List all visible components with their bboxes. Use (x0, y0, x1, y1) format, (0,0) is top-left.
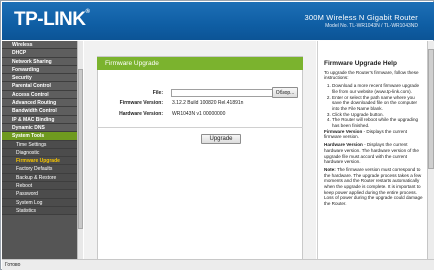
sidebar-item-bandwidth-control[interactable]: Bandwidth Control (2, 107, 77, 116)
main-panel: Firmware Upgrade File: Обзор... Firmware… (84, 41, 316, 261)
sidebar-item-backup-restore[interactable]: Backup & Restore (2, 173, 77, 183)
file-label: File: (152, 90, 163, 96)
sidebar-item-parental-control[interactable]: Parental Control (2, 82, 77, 91)
sidebar-item-password[interactable]: Password (2, 190, 77, 199)
help-scroll-thumb[interactable] (428, 49, 434, 169)
sidebar-item-factory-defaults[interactable]: Factory Defaults (2, 165, 77, 174)
sidebar-scrollbar[interactable] (77, 41, 83, 259)
sidebar-item-network-sharing[interactable]: Network Sharing (2, 57, 77, 66)
browser-window: TP-LINK® 300M Wireless N Gigabit Router … (0, 0, 434, 270)
model-number: Model No. TL-WR1043N / TL-WR1043ND (325, 23, 418, 29)
hardware-version-value: WR1043N v1 00000000 (172, 111, 226, 117)
divider (97, 127, 303, 128)
tp-link-logo: TP-LINK® (14, 9, 90, 30)
help-step: The Router will reboot while the upgradi… (332, 117, 423, 128)
sidebar-item-dhcp[interactable]: DHCP (2, 49, 77, 58)
section-title: Firmware Upgrade (97, 57, 303, 70)
status-text: Готово (5, 262, 21, 268)
sidebar-item-advanced-routing[interactable]: Advanced Routing (2, 99, 77, 108)
sidebar-item-system-tools[interactable]: System Tools (2, 132, 77, 141)
sidebar-menu: Wireless DHCP Network Sharing Forwarding Sec… (2, 41, 77, 259)
sidebar-item-time-settings[interactable]: Time Settings (2, 140, 77, 149)
help-hardware: Hardware Version - Displays the current … (324, 142, 419, 165)
sidebar-item-ip-mac-binding[interactable]: IP & MAC Binding (2, 115, 77, 124)
sidebar-item-system-log[interactable]: System Log (2, 198, 77, 207)
sidebar-item-diagnostic[interactable]: Diagnostic (2, 148, 77, 158)
upgrade-button[interactable]: Upgrade (201, 134, 241, 144)
help-firmware: Firmware Version - Displays the current … (324, 128, 407, 140)
sidebar-item-dynamic-dns[interactable]: Dynamic DNS (2, 123, 77, 133)
sidebar-item-security[interactable]: Security (2, 74, 77, 83)
sidebar-scroll-thumb[interactable] (78, 69, 83, 229)
firmware-version-value: 3.12.2 Build 100820 Rel.41891n (172, 100, 244, 106)
help-panel: Firmware Upgrade Help To upgrade the Rou… (317, 41, 427, 259)
sidebar-item-reboot[interactable]: Reboot (2, 182, 77, 191)
sidebar-item-forwarding[interactable]: Forwarding (2, 65, 77, 75)
help-step: Enter or select the path name where you … (332, 95, 423, 112)
firmware-version-label: Firmware Version: (119, 100, 163, 106)
file-input[interactable] (171, 89, 275, 97)
status-bar: Готово (2, 259, 434, 270)
header-bar: TP-LINK® 300M Wireless N Gigabit Router … (2, 2, 434, 40)
sidebar-item-firmware-upgrade[interactable]: Firmware Upgrade (2, 157, 77, 166)
help-note: Note: The firmware version must correspo… (324, 166, 423, 207)
browse-button[interactable]: Обзор... (272, 87, 298, 98)
product-name: 300M Wireless N Gigabit Router (304, 13, 418, 22)
sidebar-item-statistics[interactable]: Statistics (2, 206, 77, 216)
sidebar-item-access-control[interactable]: Access Control (2, 90, 77, 100)
help-steps: Download a more recent firmware upgrade … (324, 83, 423, 129)
help-title: Firmware Upgrade Help (324, 60, 397, 67)
help-scrollbar[interactable] (427, 41, 434, 259)
sidebar-item-wireless[interactable]: Wireless (2, 41, 77, 50)
help-intro: To upgrade the Router's firmware, follow… (324, 69, 419, 81)
help-step: Download a more recent firmware upgrade … (332, 83, 423, 94)
hardware-version-label: Hardware Version: (119, 111, 163, 117)
